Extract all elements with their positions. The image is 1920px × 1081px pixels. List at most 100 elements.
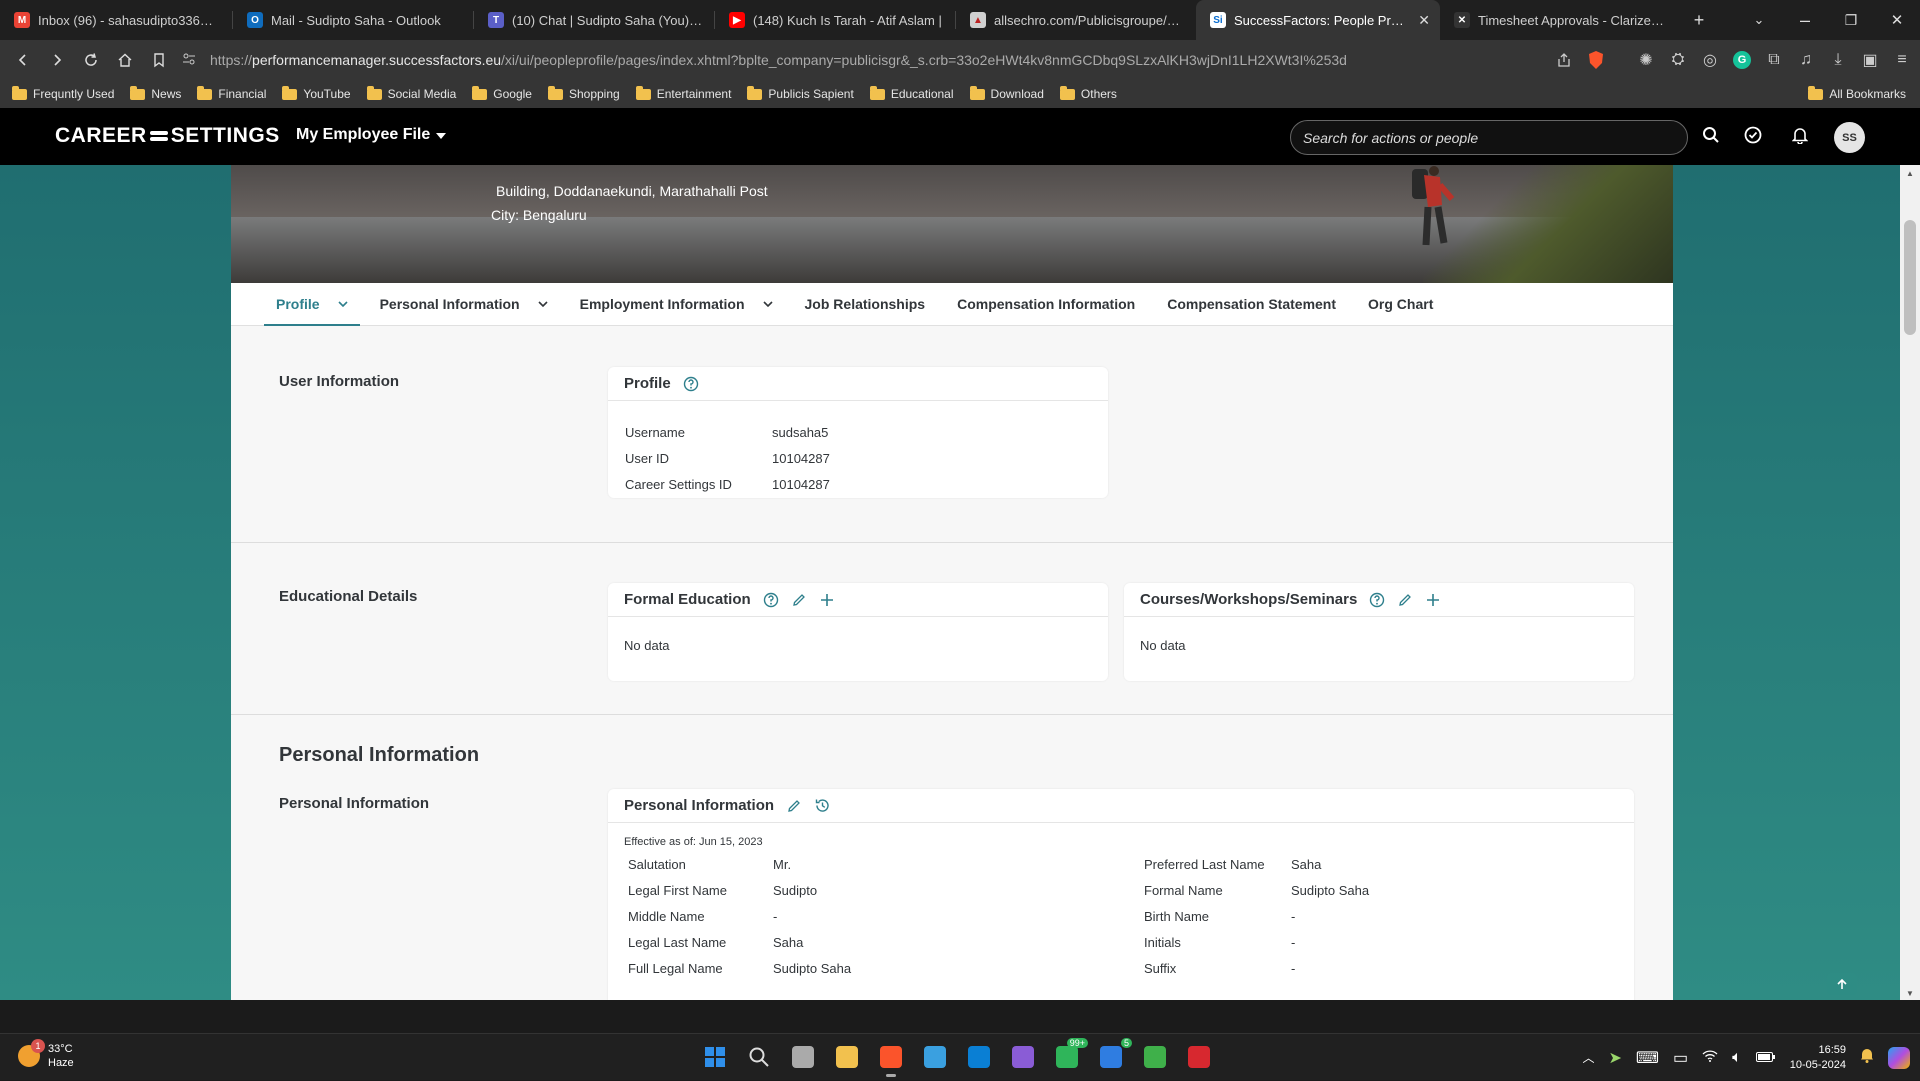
display-icon[interactable]: ▭ bbox=[1673, 1048, 1688, 1068]
extension-1-icon[interactable]: ✺ bbox=[1634, 48, 1658, 72]
approvals-icon[interactable] bbox=[1744, 126, 1762, 149]
tab-compensation-statement[interactable]: Compensation Statement bbox=[1167, 283, 1336, 326]
bookmark-folder[interactable]: Shopping bbox=[547, 85, 620, 101]
close-tab-icon[interactable]: ✕ bbox=[1418, 12, 1430, 29]
tab-profile[interactable]: Profile bbox=[264, 283, 360, 326]
brave-icon[interactable] bbox=[876, 1040, 906, 1077]
scroll-down-arrow-icon[interactable]: ▼ bbox=[1906, 989, 1914, 998]
chevron-down-icon[interactable] bbox=[338, 297, 348, 311]
downloads-icon[interactable]: ⤓ bbox=[1826, 48, 1850, 72]
copilot-icon[interactable] bbox=[1888, 1046, 1910, 1069]
page-scrollbar[interactable]: ▲ ▼ bbox=[1900, 165, 1920, 1000]
company-logo[interactable]: CAREER SETTINGS bbox=[55, 124, 280, 148]
bookmark-folder[interactable]: Financial bbox=[197, 85, 266, 101]
my-employee-file-menu[interactable]: My Employee File bbox=[296, 126, 447, 144]
bookmark-folder[interactable]: Educational bbox=[869, 85, 954, 101]
brave-shields-icon[interactable] bbox=[1584, 48, 1608, 72]
home-button[interactable] bbox=[108, 43, 142, 77]
close-window-button[interactable]: ✕ bbox=[1874, 11, 1920, 29]
windows-start-icon[interactable] bbox=[700, 1040, 730, 1074]
tab-compensation-information[interactable]: Compensation Information bbox=[957, 283, 1135, 326]
file-explorer-icon[interactable] bbox=[832, 1040, 862, 1074]
chevron-down-icon[interactable] bbox=[538, 297, 548, 311]
restore-button[interactable]: ❐ bbox=[1828, 12, 1874, 29]
new-tab-button[interactable]: + bbox=[1676, 10, 1722, 31]
scrollbar-thumb[interactable] bbox=[1904, 220, 1916, 335]
grammarly-icon[interactable]: G bbox=[1730, 48, 1754, 72]
extension-2-icon[interactable]: ⛭ bbox=[1666, 48, 1690, 72]
bookmark-folder[interactable]: YouTube bbox=[282, 85, 351, 101]
whatsapp-icon[interactable]: 99+ bbox=[1052, 1038, 1088, 1074]
add-icon[interactable] bbox=[1425, 592, 1441, 608]
search-input[interactable]: Search for actions or people bbox=[1290, 120, 1688, 155]
weather-widget[interactable]: 1 33°C Haze bbox=[18, 1039, 74, 1070]
back-button[interactable] bbox=[6, 43, 40, 77]
edit-pencil-icon[interactable] bbox=[786, 798, 802, 814]
share-icon[interactable] bbox=[1552, 48, 1576, 72]
tab-personal-information[interactable]: Personal Information bbox=[380, 283, 548, 326]
scroll-up-arrow-icon[interactable]: ▲ bbox=[1906, 169, 1914, 178]
add-icon[interactable] bbox=[819, 592, 835, 608]
browser-tab[interactable]: ▶ (148) Kuch Is Tarah - Atif Aslam | bbox=[715, 0, 955, 40]
search-icon[interactable] bbox=[744, 1040, 774, 1074]
tab-title: (10) Chat | Sudipto Saha (You) | Micr bbox=[512, 12, 704, 28]
tab-search-icon[interactable]: ⌄ bbox=[1736, 12, 1782, 28]
notifications-bell-icon[interactable] bbox=[1791, 126, 1809, 149]
task-view-icon[interactable] bbox=[788, 1040, 818, 1074]
clock[interactable]: 16:59 10-05-2024 bbox=[1790, 1043, 1846, 1073]
tab-employment-information[interactable]: Employment Information bbox=[580, 283, 773, 326]
browser-tab[interactable]: Si SuccessFactors: People Profile ✕ bbox=[1196, 0, 1440, 40]
todo-icon[interactable]: 5 bbox=[1096, 1038, 1132, 1074]
bookmark-folder[interactable]: Others bbox=[1059, 85, 1117, 101]
bookmark-folder[interactable]: Download bbox=[969, 85, 1044, 101]
menu-icon[interactable]: ≡ bbox=[1890, 48, 1914, 72]
url-field[interactable]: https://performancemanager.successfactor… bbox=[182, 45, 1582, 75]
bookmark-folder[interactable]: News bbox=[130, 85, 181, 101]
visual-studio-icon[interactable] bbox=[1008, 1040, 1038, 1074]
browser-tab[interactable]: ✕ Timesheet Approvals - Clarizen.com bbox=[1440, 0, 1676, 40]
all-bookmarks-button[interactable]: All Bookmarks bbox=[1808, 85, 1906, 101]
edit-pencil-icon[interactable] bbox=[791, 592, 807, 608]
bookmark-folder[interactable]: Social Media bbox=[366, 85, 456, 101]
bookmark-folder[interactable]: Frequntly Used bbox=[12, 85, 114, 101]
tab-job-relationships[interactable]: Job Relationships bbox=[805, 283, 926, 326]
sidebar-icon[interactable]: ▣ bbox=[1858, 48, 1882, 72]
battery-icon[interactable] bbox=[1755, 1049, 1776, 1067]
browser-tab[interactable]: T (10) Chat | Sudipto Saha (You) | Micr bbox=[474, 0, 714, 40]
vscode-icon[interactable] bbox=[964, 1040, 994, 1074]
help-icon[interactable] bbox=[1369, 592, 1385, 608]
keyboard-icon[interactable]: ⌨ bbox=[1636, 1048, 1659, 1068]
scroll-to-top-button[interactable] bbox=[1827, 973, 1857, 995]
forward-button[interactable] bbox=[40, 43, 74, 77]
extensions-puzzle-icon[interactable]: ⧉ bbox=[1762, 48, 1786, 72]
edit-pencil-icon[interactable] bbox=[1397, 592, 1413, 608]
browser-tab[interactable]: ▲ allsechro.com/Publicisgroupe/comm bbox=[956, 0, 1196, 40]
acrobat-icon[interactable] bbox=[1184, 1040, 1214, 1074]
bookmark-folder[interactable]: Publicis Sapient bbox=[747, 85, 854, 101]
wifi-icon[interactable] bbox=[1702, 1049, 1718, 1067]
help-icon[interactable] bbox=[763, 592, 779, 608]
bookmark-label: Others bbox=[1080, 87, 1117, 101]
tab-org-chart[interactable]: Org Chart bbox=[1368, 283, 1433, 326]
help-icon[interactable] bbox=[683, 376, 699, 392]
reload-button[interactable] bbox=[74, 43, 108, 77]
volume-icon[interactable]: 🔈︎ bbox=[1732, 1049, 1742, 1067]
minimize-button[interactable]: – bbox=[1782, 10, 1828, 31]
history-icon[interactable] bbox=[814, 797, 831, 814]
media-icon[interactable]: ♫ bbox=[1794, 48, 1818, 72]
remote-desktop-icon[interactable] bbox=[1140, 1040, 1170, 1074]
search-icon[interactable] bbox=[1702, 126, 1720, 149]
location-arrow-icon[interactable]: ➤ bbox=[1608, 1048, 1621, 1068]
bookmark-page-button[interactable] bbox=[142, 43, 176, 77]
notification-bell-icon[interactable] bbox=[1860, 1047, 1874, 1068]
site-settings-icon[interactable] bbox=[182, 52, 196, 69]
extension-3-icon[interactable]: ◎ bbox=[1698, 48, 1722, 72]
bookmark-folder[interactable]: Entertainment bbox=[635, 85, 731, 101]
notepad-icon[interactable] bbox=[920, 1040, 950, 1074]
show-hidden-icons-chevron-icon[interactable]: ︿ bbox=[1582, 1049, 1594, 1066]
browser-tab[interactable]: M Inbox (96) - sahasudipto336@gmail bbox=[0, 0, 232, 40]
browser-tab[interactable]: O Mail - Sudipto Saha - Outlook bbox=[233, 0, 473, 40]
avatar[interactable]: SS bbox=[1834, 122, 1865, 153]
bookmark-folder[interactable]: Google bbox=[472, 85, 532, 101]
chevron-down-icon[interactable] bbox=[762, 297, 773, 311]
